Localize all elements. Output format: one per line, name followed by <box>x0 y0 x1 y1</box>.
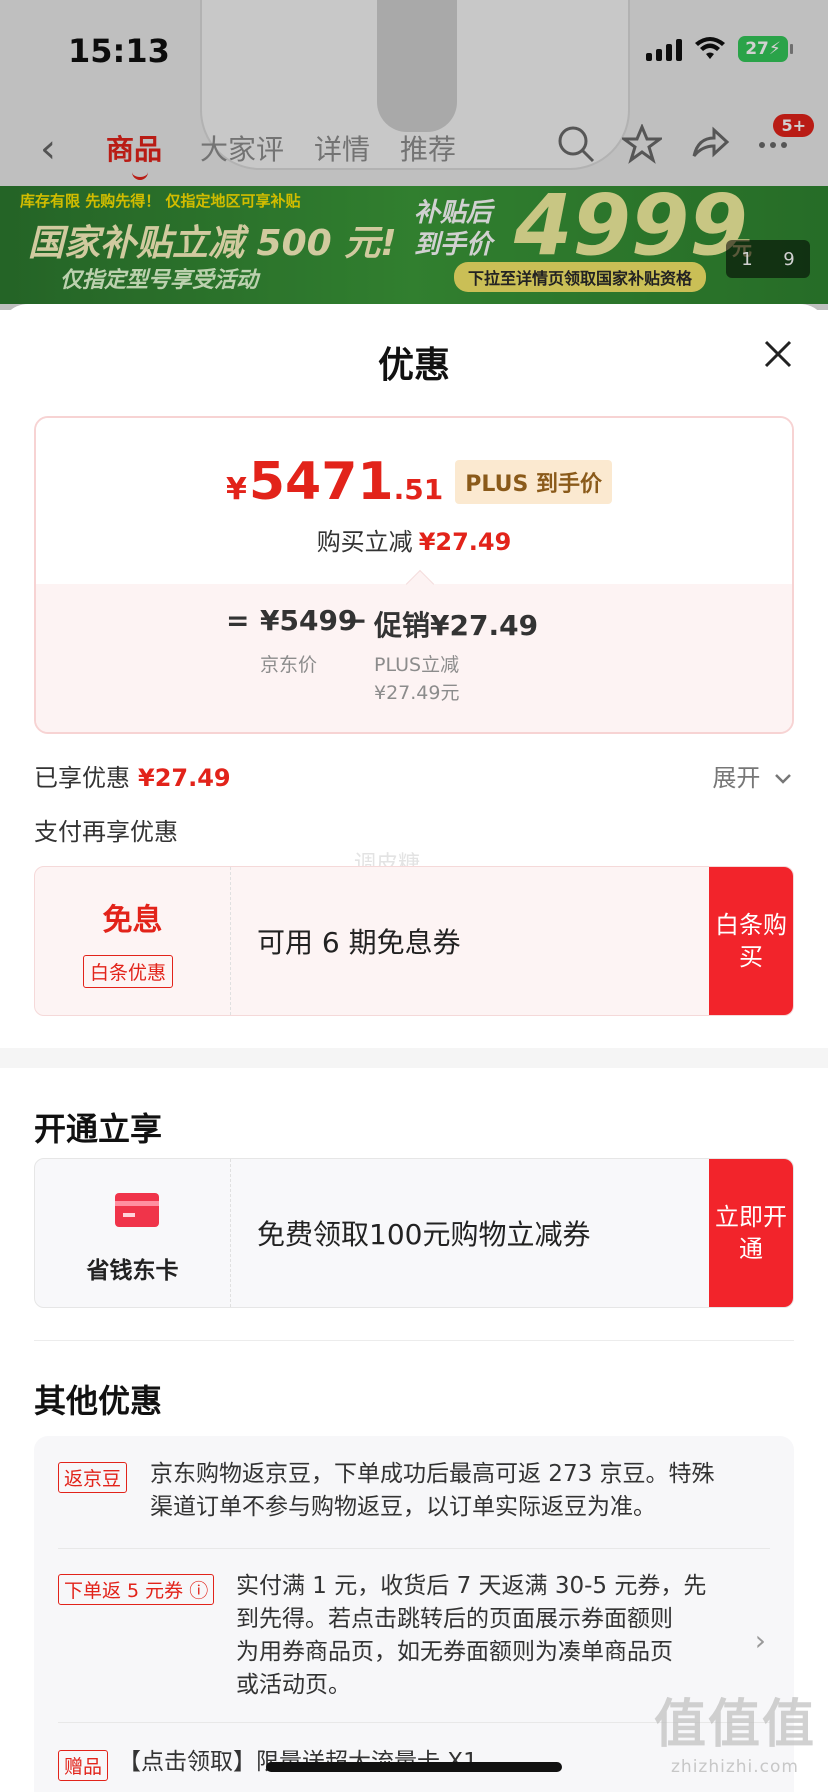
coupon-text-line4: 或活动页。 <box>236 1672 351 1698</box>
site-watermark-domain: zhizhizhi.com <box>671 1757 799 1777</box>
savings-card-offer[interactable]: 省钱东卡 免费领取100元购物立减券 立即开通 <box>34 1158 794 1308</box>
instant-discount-amount: ¥27.49 <box>418 528 512 556</box>
baitiao-buy-button[interactable]: 白条购买 <box>709 867 793 1015</box>
enjoyed-amount: ¥27.49 <box>138 764 231 792</box>
instant-discount-label: 购买立减 <box>316 528 413 556</box>
savings-card-label: 省钱东卡 <box>86 1258 179 1284</box>
base-price-label: 京东价 <box>260 654 318 676</box>
divider <box>34 1340 794 1341</box>
expand-label: 展开 <box>712 764 761 792</box>
pay-extra-heading: 支付再享优惠 <box>34 818 178 846</box>
instant-discount: 购买立减 ¥27.49 <box>36 522 792 557</box>
price-decimal: .51 <box>393 473 444 506</box>
credit-card-icon <box>115 1193 159 1227</box>
jingdou-tag: 返京豆 <box>58 1462 128 1493</box>
open-now-button[interactable]: 立即开通 <box>709 1159 793 1307</box>
chevron-down-icon <box>775 774 791 784</box>
jingdou-text-line2: 渠道订单不参与购物返豆，以订单实际返豆为准。 <box>150 1494 656 1520</box>
discount-sheet: 优惠 ¥ 5471 .51 PLUS 到手价 购买立减 ¥27.49 = ¥549… <box>0 304 828 1792</box>
site-watermark: 值值值 zhizhizhi.com <box>654 1682 816 1777</box>
list-item-coupon[interactable]: 下单返 5 元券 ⓘ 实付满 1 元，收货后 7 天返满 30-5 元券，先 到… <box>34 1573 794 1698</box>
expand-toggle[interactable]: 展开 <box>712 758 792 793</box>
coupon-text-line2: 到先得。若点击跳转后的页面展示券面额则 <box>236 1606 673 1632</box>
section-divider <box>0 1048 828 1068</box>
base-price-amount: ¥5499 <box>260 604 358 637</box>
jingdou-text-line1: 京东购物返京豆，下单成功后最高可返 273 京豆。特殊 <box>150 1461 715 1487</box>
price-breakdown: = ¥5499 京东价 − 促销¥27.49 PLUS立减 ¥27.49元 <box>36 584 792 732</box>
baitiao-desc: 可用 6 期免息券 <box>257 926 461 959</box>
price-card: ¥ 5471 .51 PLUS 到手价 购买立减 ¥27.49 = ¥5499 京… <box>34 416 794 734</box>
gift-tag: 赠品 <box>58 1750 109 1781</box>
list-item-jingdou: 返京豆 京东购物返京豆，下单成功后最高可返 273 京豆。特殊 渠道订单不参与购… <box>34 1461 794 1520</box>
baitiao-tag: 白条优惠 <box>83 955 174 988</box>
plus-price-tag: PLUS 到手价 <box>455 460 612 504</box>
coupon-tag: 下单返 5 元券 ⓘ <box>58 1574 215 1605</box>
enjoyed-discount: 已享优惠 ¥27.49 <box>34 758 231 793</box>
chevron-right-icon[interactable]: › <box>755 1624 766 1657</box>
site-watermark-logo: 值值值 <box>653 1695 816 1755</box>
coupon-text-line3: 为用券商品页，如无券面额则为凑单商品页 <box>236 1639 673 1665</box>
equals-sign: = <box>226 604 250 637</box>
sheet-title: 优惠 <box>377 345 450 386</box>
enjoyed-label: 已享优惠 <box>34 764 130 792</box>
promo-label: PLUS立减 <box>374 654 460 676</box>
dim-overlay[interactable] <box>0 0 828 310</box>
other-section-title: 其他优惠 <box>34 1382 163 1420</box>
close-icon[interactable] <box>762 338 794 370</box>
savings-card-desc: 免费领取100元购物立减券 <box>257 1218 591 1251</box>
interest-free-title: 免息 <box>102 903 163 938</box>
open-section-title: 开通立享 <box>34 1110 163 1148</box>
promo-amount: 促销¥27.49 <box>374 609 539 642</box>
final-price: ¥ 5471 .51 PLUS 到手价 <box>226 452 612 512</box>
price-currency: ¥ <box>226 472 247 507</box>
home-indicator[interactable] <box>266 1762 562 1772</box>
minus-sign: − <box>344 604 368 637</box>
baitiao-offer-card[interactable]: 免息 白条优惠 可用 6 期免息券 白条购买 <box>34 866 794 1016</box>
price-integer: 5471 <box>248 452 394 512</box>
coupon-text-line1: 实付满 1 元，收货后 7 天返满 30-5 元券，先 <box>236 1573 707 1599</box>
promo-sub-amount: ¥27.49元 <box>374 682 460 704</box>
